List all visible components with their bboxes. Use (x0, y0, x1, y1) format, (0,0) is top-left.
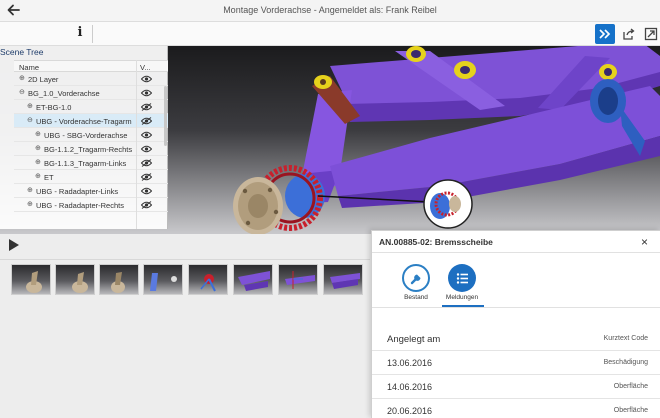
page-title: Montage Vorderachse - Angemeldet als: Fr… (223, 5, 437, 15)
cell-date: 20.06.2016 (387, 406, 433, 416)
table-row[interactable]: 13.06.2016 Beschädigung (372, 351, 660, 375)
toolbar-divider (92, 25, 93, 43)
scene-tree-row[interactable]: ⊕ ET-BG-1.0 (14, 100, 168, 114)
table-row[interactable]: 14.06.2016 Oberfläche (372, 375, 660, 399)
table-header-row: Angelegt am Kurztext Code (372, 327, 660, 351)
eye-hidden-icon[interactable] (141, 117, 152, 125)
hub-thumbnail-icon (111, 272, 125, 293)
node-label: BG-1.1.2_Tragarm-Rechts (44, 145, 133, 154)
tab-bestand-label: Bestand (404, 294, 428, 301)
column-visibility[interactable]: V... (140, 63, 151, 72)
frame-thumbnail-icon (238, 271, 270, 291)
scene-tree-row[interactable]: ⊕ UBG - Radadapter-Rechts (14, 198, 168, 212)
cell-code: Beschädigung (603, 359, 648, 366)
step-thumbnail[interactable] (188, 264, 228, 295)
step-thumbnail[interactable] (233, 264, 273, 295)
close-icon[interactable]: × (641, 235, 648, 249)
scene-tree-header: Name V... (14, 60, 168, 72)
step-thumbnail[interactable] (55, 264, 95, 295)
hub-thumbnail-icon (26, 271, 42, 293)
panel-divider (372, 252, 660, 253)
eye-icon[interactable] (141, 131, 152, 139)
share-button[interactable] (619, 24, 639, 44)
scene-tree-title: Scene Tree (0, 47, 44, 57)
expand-icon[interactable]: ⊕ (35, 130, 41, 138)
hub-thumbnail-icon (72, 272, 88, 293)
eye-hidden-icon[interactable] (141, 201, 152, 209)
column-header-code[interactable]: Kurztext Code (604, 335, 648, 342)
detail-panel: AN.00885-02: Bremsscheibe × Bestand Meld… (371, 230, 660, 418)
step-thumbnail[interactable] (323, 264, 363, 295)
wrench-icon (410, 274, 420, 284)
scene-tree-row[interactable]: ⊕ UBG - SBG-Vorderachse (14, 128, 168, 142)
step-thumbnail[interactable] (99, 264, 139, 295)
share-icon (623, 28, 635, 40)
expand-icon[interactable]: ⊕ (27, 200, 33, 208)
expand-icon[interactable]: ⊕ (27, 102, 33, 110)
fullscreen-icon (644, 27, 658, 41)
double-chevron-right-icon (599, 29, 611, 39)
column-name[interactable]: Name (19, 63, 39, 72)
node-label: UBG - Radadapter-Rechts (36, 201, 124, 210)
tab-divider (372, 307, 660, 308)
expand-icon[interactable]: ⊕ (35, 172, 41, 180)
node-label: UBG - Radadapter-Links (36, 187, 119, 196)
node-label: ET-BG-1.0 (36, 103, 72, 112)
cell-date: 14.06.2016 (387, 382, 433, 392)
tab-bestand[interactable] (402, 264, 430, 292)
collapse-icon[interactable]: ⊖ (19, 88, 25, 96)
scene-tree-row[interactable]: ⊕ UBG - Radadapter-Links (14, 184, 168, 198)
eye-hidden-icon[interactable] (141, 103, 152, 111)
frame-thumbnail-icon (330, 273, 360, 289)
cell-code: Oberfläche (613, 407, 648, 414)
node-label: BG_1.0_Vorderachse (28, 89, 100, 98)
scene-tree-row[interactable]: ⊕ ET (14, 170, 168, 184)
expand-icon[interactable]: ⊕ (19, 74, 25, 82)
toolbar: i (0, 22, 660, 46)
node-label: 2D Layer (28, 75, 59, 84)
node-label: UBG - Vorderachse-Tragarm (36, 117, 132, 126)
frame-thumbnail-icon (150, 273, 177, 291)
eye-icon[interactable] (141, 145, 152, 153)
collapse-icon[interactable]: ⊖ (27, 116, 33, 124)
scene-tree-row-selected[interactable]: ⊖ UBG - Vorderachse-Tragarm (14, 114, 168, 128)
eye-icon[interactable] (141, 187, 152, 195)
node-label: BG-1.1.3_Tragarm-Links (44, 159, 127, 168)
play-icon[interactable] (9, 239, 19, 251)
node-label: UBG - SBG-Vorderachse (44, 131, 128, 140)
scene-tree-row[interactable]: ⊖ BG_1.0_Vorderachse (14, 86, 168, 100)
eye-hidden-icon[interactable] (141, 173, 152, 181)
expand-icon[interactable]: ⊕ (35, 144, 41, 152)
eye-icon[interactable] (141, 75, 152, 83)
brake-thumbnail-icon (200, 274, 216, 292)
panel-title: AN.00885-02: Bremsscheibe (379, 237, 493, 247)
tab-meldungen[interactable] (448, 264, 476, 292)
info-icon[interactable]: i (74, 25, 86, 43)
scene-tree-row[interactable]: ⊕ BG-1.1.2_Tragarm-Rechts (14, 142, 168, 156)
eye-icon[interactable] (141, 89, 152, 97)
scene-tree-row[interactable]: ⊕ BG-1.1.3_Tragarm-Links (14, 156, 168, 170)
list-icon (456, 272, 468, 284)
eye-hidden-icon[interactable] (141, 159, 152, 167)
expand-panel-button[interactable] (595, 24, 615, 44)
step-thumbnail[interactable] (278, 264, 318, 295)
expand-icon[interactable]: ⊕ (35, 158, 41, 166)
expand-icon[interactable]: ⊕ (27, 186, 33, 194)
table-row[interactable]: 20.06.2016 Oberfläche (372, 399, 660, 418)
node-label: ET (44, 173, 54, 182)
frame-thumbnail-icon (285, 271, 315, 289)
tab-meldungen-label: Meldungen (445, 294, 479, 301)
column-header-date[interactable]: Angelegt am (387, 334, 440, 345)
scene-tree-panel: Scene Tree Name V... ⊕ 2D Layer ⊖ BG_1.0… (0, 46, 168, 229)
cell-code: Oberfläche (613, 383, 648, 390)
column-separator (136, 60, 137, 229)
step-thumbnail[interactable] (11, 264, 51, 295)
fullscreen-button[interactable] (641, 24, 660, 44)
cell-date: 13.06.2016 (387, 358, 433, 368)
scene-tree-row[interactable]: ⊕ 2D Layer (14, 72, 168, 86)
app-header: Montage Vorderachse - Angemeldet als: Fr… (0, 0, 660, 22)
strip-divider (0, 259, 370, 260)
step-thumbnail[interactable] (143, 264, 183, 295)
scene-tree-scrollbar[interactable] (164, 86, 167, 146)
